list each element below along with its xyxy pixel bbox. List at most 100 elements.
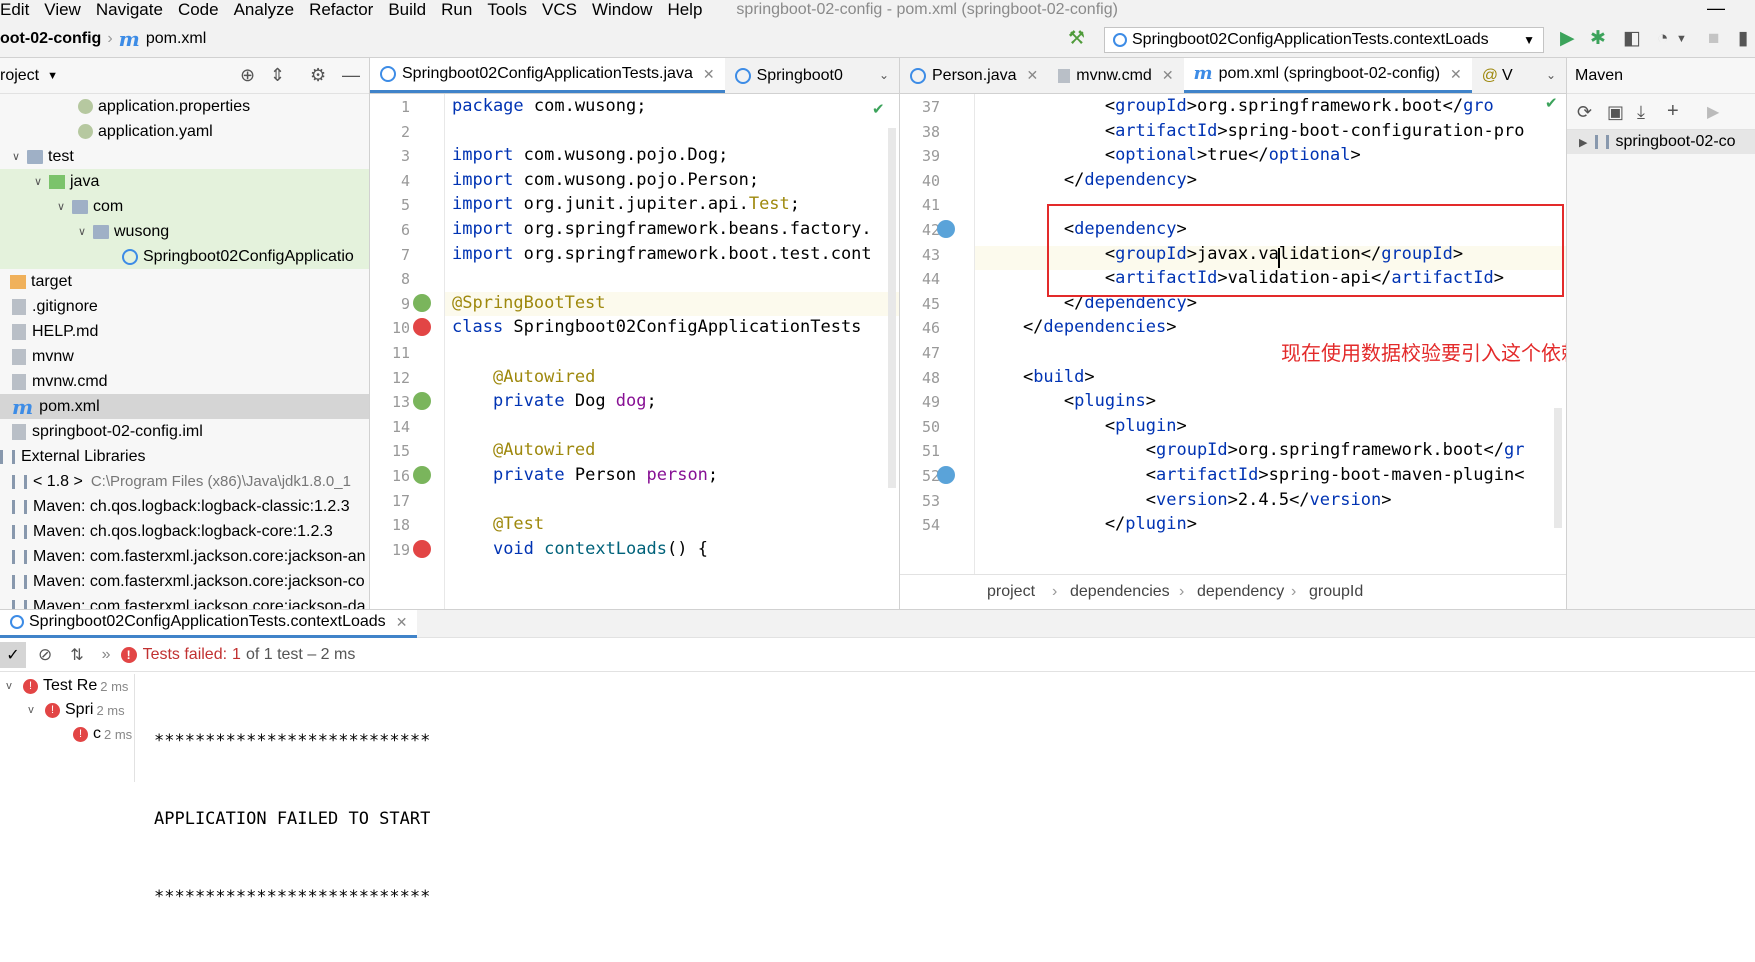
- show-ignored-icon[interactable]: ⊘: [38, 645, 52, 665]
- breadcrumb-dependencies[interactable]: dependencies: [1070, 583, 1170, 601]
- menu-view[interactable]: View: [44, 0, 81, 20]
- breadcrumb-dependency[interactable]: dependency: [1197, 583, 1284, 601]
- reload-icon[interactable]: ⟳: [1577, 102, 1592, 123]
- menu-run[interactable]: Run: [441, 0, 472, 20]
- close-icon[interactable]: ✕: [703, 66, 715, 83]
- hide-panel-icon[interactable]: —: [342, 65, 360, 86]
- add-icon[interactable]: +: [1667, 100, 1679, 123]
- run-configuration-select[interactable]: Springboot02ConfigApplicationTests.conte…: [1104, 27, 1544, 53]
- tab-v[interactable]: @ V: [1472, 58, 1523, 93]
- hammer-build-icon[interactable]: ⚒: [1068, 29, 1085, 48]
- run-icon[interactable]: ▶: [1560, 29, 1575, 48]
- tree-item[interactable]: ∨ java: [0, 169, 369, 194]
- tree-item[interactable]: < 1.8 > C:\Program Files (x86)\Java\jdk1.…: [0, 469, 369, 494]
- console-output[interactable]: *************************** APPLICATION …: [154, 676, 430, 962]
- tab-mvnw-cmd[interactable]: mvnw.cmd ✕: [1048, 58, 1183, 93]
- tree-row[interactable]: v ! Spri 2 ms: [22, 698, 124, 722]
- file-icon: [12, 423, 26, 440]
- debug-icon[interactable]: ✱: [1590, 29, 1606, 48]
- menu-refactor[interactable]: Refactor: [309, 0, 373, 20]
- tab-list-chevron-icon[interactable]: ⌄: [879, 68, 889, 82]
- menu-help[interactable]: Help: [667, 0, 702, 20]
- close-icon[interactable]: ✕: [1162, 67, 1174, 84]
- coverage-icon[interactable]: ◧: [1623, 29, 1641, 48]
- tree-item[interactable]: Maven: ch.qos.logback:logback-core:1.2.3: [0, 519, 369, 544]
- breadcrumb-project[interactable]: oot-02-config: [0, 30, 101, 48]
- line-number: 16: [391, 467, 410, 485]
- tab-person-java[interactable]: Person.java ✕: [900, 58, 1048, 93]
- spring-bean-icon[interactable]: [413, 293, 431, 312]
- tree-item[interactable]: External Libraries: [0, 444, 369, 469]
- breadcrumb-project[interactable]: project: [987, 583, 1035, 601]
- tree-item[interactable]: Maven: com.fasterxml.jackson.core:jackso…: [0, 544, 369, 569]
- scrollbar[interactable]: [1554, 408, 1562, 528]
- tab-run-contextloads[interactable]: Springboot02ConfigApplicationTests.conte…: [0, 609, 418, 638]
- tree-row[interactable]: ! c 2 ms: [68, 722, 132, 746]
- close-icon[interactable]: ✕: [396, 614, 408, 631]
- profile-icon[interactable]: ◔: [1657, 29, 1668, 48]
- menu-navigate[interactable]: Navigate: [96, 0, 163, 20]
- sort-icon[interactable]: ⇅: [70, 645, 83, 665]
- tree-item[interactable]: mvnw.cmd: [0, 369, 369, 394]
- tab-springboot0[interactable]: Springboot0: [725, 58, 853, 93]
- line-number: 48: [921, 368, 940, 387]
- gear-icon[interactable]: ⚙: [310, 65, 326, 86]
- menu-analyze[interactable]: Analyze: [234, 0, 294, 20]
- collapse-all-icon[interactable]: ⇕: [270, 65, 285, 86]
- scrollbar[interactable]: [888, 128, 896, 488]
- chevron-down-icon[interactable]: ∨: [76, 225, 88, 238]
- menu-vcs[interactable]: VCS: [542, 0, 577, 20]
- download-icon[interactable]: ⤓: [1637, 102, 1645, 123]
- menu-edit[interactable]: Edit: [0, 0, 29, 20]
- tab-pom-xml[interactable]: m pom.xml (springboot-02-config) ✕: [1183, 58, 1472, 93]
- chevron-down-icon[interactable]: ▼: [47, 70, 58, 82]
- tree-item[interactable]: mvnw: [0, 344, 369, 369]
- tree-item[interactable]: m pom.xml: [0, 394, 369, 419]
- profile-dropdown-icon[interactable]: ▼: [1676, 34, 1687, 45]
- locate-icon[interactable]: ⊕: [240, 65, 255, 86]
- plugin-icon[interactable]: [937, 466, 955, 484]
- tree-item[interactable]: application.properties: [0, 94, 369, 119]
- run-test-icon[interactable]: [413, 539, 431, 558]
- tab-springboot02-config-application-tests[interactable]: Springboot02ConfigApplicationTests.java …: [370, 58, 725, 93]
- tree-item[interactable]: Maven: com.fasterxml.jackson.core:jackso…: [0, 569, 369, 594]
- menu-tools[interactable]: Tools: [487, 0, 527, 20]
- breadcrumb-groupid[interactable]: groupId: [1309, 583, 1363, 601]
- tree-item[interactable]: HELP.md: [0, 319, 369, 344]
- minimize-icon[interactable]: —: [1707, 0, 1725, 19]
- maven-project-row[interactable]: ▶ springboot-02-co: [1567, 130, 1755, 154]
- run-maven-icon[interactable]: ▶: [1707, 102, 1719, 122]
- close-icon[interactable]: ✕: [1027, 67, 1039, 84]
- chevron-down-icon[interactable]: ∨: [55, 200, 67, 213]
- tab-list-chevron-icon[interactable]: ⌄: [1546, 68, 1556, 82]
- tree-item-label: pom.xml: [39, 397, 100, 415]
- markdown-file-icon: [12, 323, 26, 340]
- tree-item-label: Maven: com.fasterxml.jackson.core:jackso…: [33, 597, 366, 610]
- project-panel-title[interactable]: roject: [0, 67, 39, 85]
- tree-item[interactable]: Maven: com.fasterxml.jackson.core:jackso…: [0, 594, 369, 610]
- tree-item[interactable]: ∨ test: [0, 144, 369, 169]
- chevron-down-icon[interactable]: ∨: [32, 175, 44, 188]
- tree-row[interactable]: v ! Test Re 2 ms: [0, 674, 128, 698]
- autowired-icon[interactable]: [413, 466, 431, 484]
- show-passed-check-icon[interactable]: ✓: [0, 641, 26, 668]
- dependency-icon[interactable]: [937, 220, 955, 238]
- tree-item[interactable]: ∨ com: [0, 194, 369, 219]
- tree-item[interactable]: Springboot02ConfigApplicatio: [0, 244, 369, 269]
- menu-build[interactable]: Build: [388, 0, 426, 20]
- tree-item[interactable]: springboot-02-config.iml: [0, 419, 369, 444]
- tree-item[interactable]: application.yaml: [0, 119, 369, 144]
- tree-item[interactable]: .gitignore: [0, 294, 369, 319]
- folder-add-icon[interactable]: ▣: [1607, 102, 1624, 123]
- more-icon[interactable]: »: [102, 646, 111, 664]
- tree-item[interactable]: Maven: ch.qos.logback:logback-classic:1.…: [0, 494, 369, 519]
- menu-window[interactable]: Window: [592, 0, 652, 20]
- menu-code[interactable]: Code: [178, 0, 219, 20]
- chevron-down-icon[interactable]: ∨: [10, 150, 22, 163]
- close-icon[interactable]: ✕: [1450, 66, 1462, 83]
- tree-item[interactable]: ∨ wusong: [0, 219, 369, 244]
- vcs-icon[interactable]: ▮: [1738, 29, 1748, 48]
- stop-icon[interactable]: ■: [1708, 29, 1719, 48]
- breadcrumb-file[interactable]: pom.xml: [146, 30, 206, 48]
- tree-item[interactable]: target: [0, 269, 369, 294]
